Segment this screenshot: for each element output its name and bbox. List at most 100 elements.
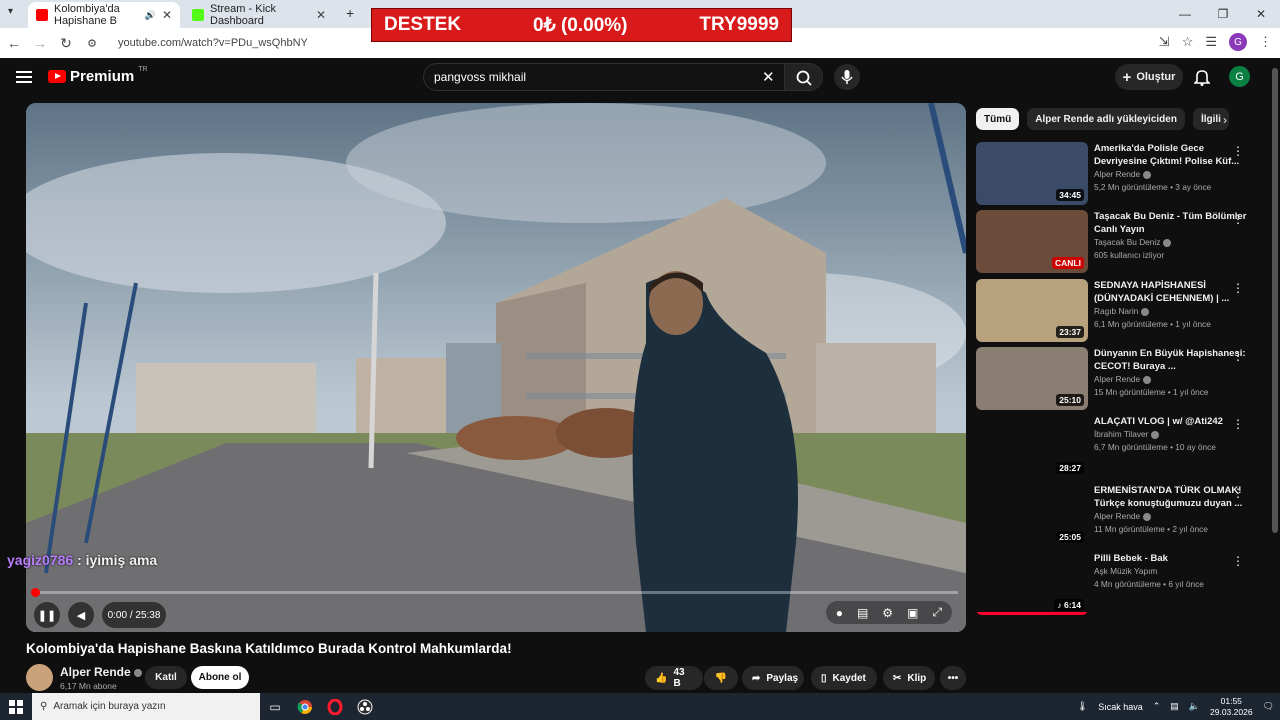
video-thumbnail[interactable]: 25:05 (976, 484, 1088, 547)
rec-title[interactable]: ALAÇATI VLOG | w/ @Ati242 (1094, 415, 1249, 428)
account-avatar[interactable]: G (1229, 66, 1250, 87)
close-tab-icon[interactable]: ✕ (162, 8, 172, 22)
channel-avatar[interactable] (26, 664, 53, 691)
tray-chevron-icon[interactable]: ⌃ (1153, 701, 1161, 712)
video-thumbnail[interactable]: CANLI (976, 210, 1088, 273)
chevron-right-icon[interactable]: › (1223, 113, 1227, 127)
rec-channel[interactable]: Aşk Müzik Yapım (1094, 565, 1249, 578)
volume-button[interactable]: ◀ (68, 602, 94, 628)
dislike-button[interactable]: 👎 (704, 666, 738, 690)
rec-channel[interactable]: İbrahim Tilaver (1094, 428, 1249, 441)
clip-button[interactable]: ✂ Klip (883, 666, 935, 690)
notifications-bell-icon[interactable] (1194, 68, 1210, 86)
more-actions-button[interactable]: ••• (940, 666, 966, 690)
more-options-icon[interactable]: ⋮ (1232, 486, 1244, 500)
list-item[interactable]: 34:45 Amerika'da Polisle Gece Devriyesin… (976, 142, 1272, 206)
autoplay-toggle-icon[interactable]: ● (836, 606, 843, 620)
rec-title[interactable]: Taşacak Bu Deniz - Tüm Bölümler Canlı Ya… (1094, 210, 1249, 236)
video-thumbnail[interactable]: 34:45 (976, 142, 1088, 205)
more-options-icon[interactable]: ⋮ (1232, 349, 1244, 363)
page-scrollbar[interactable] (1272, 68, 1278, 533)
list-item[interactable]: 28:27 ALAÇATI VLOG | w/ @Ati242 İbrahim T… (976, 415, 1272, 479)
youtube-logo[interactable]: Premium TR (48, 66, 148, 85)
list-item[interactable]: ♪ 6:14 Pilli Bebek - Bak Aşk Müzik Yapım 4… (976, 552, 1272, 616)
more-options-icon[interactable]: ⋮ (1232, 144, 1244, 158)
weather-icon[interactable]: 🌡 (1077, 701, 1088, 712)
rec-title[interactable]: Pilli Bebek - Bak (1094, 552, 1249, 565)
video-thumbnail[interactable]: 25:10 (976, 347, 1088, 410)
speaker-icon[interactable]: 🔈 (1189, 701, 1200, 712)
install-icon[interactable]: ⇲ (1159, 34, 1170, 50)
url-field[interactable]: youtube.com/watch?v=PDu_wsQhbNY (118, 37, 308, 49)
video-thumbnail[interactable]: 23:37 (976, 279, 1088, 342)
list-item[interactable]: 23:37 SEDNAYA HAPİSHANESİ (DÜNYADAKİ CEH… (976, 279, 1272, 343)
fullscreen-icon[interactable]: ⤢ (932, 605, 942, 620)
notifications-icon[interactable]: 🗨 (1263, 701, 1274, 712)
chip-all[interactable]: Tümü (976, 108, 1020, 130)
site-info-icon[interactable]: ⚙ (80, 37, 104, 50)
rec-channel[interactable]: Ragıb Narin (1094, 305, 1249, 318)
obs-icon[interactable] (350, 693, 380, 720)
miniplayer-icon[interactable]: ▣ (907, 606, 918, 620)
opera-icon[interactable] (320, 693, 350, 720)
join-button[interactable]: Katıl (145, 666, 187, 689)
menu-icon[interactable] (16, 71, 32, 83)
list-item[interactable]: CANLI Taşacak Bu Deniz - Tüm Bölümler Ca… (976, 210, 1272, 274)
subtitles-icon[interactable]: ▤ (857, 606, 868, 620)
video-progress-bar[interactable] (31, 588, 958, 597)
task-view-icon[interactable]: ▭ (260, 693, 290, 720)
rec-title[interactable]: Dünyanın En Büyük Hapishanesi: CECOT! Bu… (1094, 347, 1249, 373)
close-window-icon[interactable]: ✕ (1242, 0, 1280, 28)
clear-search-icon[interactable]: ✕ (762, 68, 775, 86)
list-item[interactable]: 25:10 Dünyanın En Büyük Hapishanesi: CEC… (976, 347, 1272, 411)
chrome-icon[interactable] (290, 693, 320, 720)
settings-gear-icon[interactable]: ⚙ (882, 606, 893, 620)
more-options-icon[interactable]: ⋮ (1232, 212, 1244, 226)
bookmark-star-icon[interactable]: ☆ (1182, 34, 1194, 50)
create-button[interactable]: + Oluştur (1115, 64, 1183, 90)
chip-uploader[interactable]: Alper Rende adlı yükleyiciden (1027, 108, 1185, 130)
search-button[interactable] (784, 63, 823, 91)
like-button[interactable]: 👍 43 B (645, 666, 703, 690)
media-icon[interactable]: ☰ (1205, 34, 1217, 50)
tab-search-icon[interactable]: ▾ (8, 6, 13, 17)
more-options-icon[interactable]: ⋮ (1232, 417, 1244, 431)
video-thumbnail[interactable]: ♪ 6:14 (976, 552, 1088, 615)
rec-channel[interactable]: Alper Rende (1094, 510, 1249, 523)
audio-icon[interactable]: 🔊 (145, 10, 156, 21)
network-icon[interactable]: ▤ (1170, 701, 1179, 712)
restore-icon[interactable]: ❐ (1204, 0, 1242, 28)
taskbar-search[interactable]: ⚲ Aramak için buraya yazın (32, 693, 260, 720)
tab-youtube[interactable]: Kolombiya'da Hapishane B 🔊 ✕ (28, 2, 180, 28)
minimize-icon[interactable]: — (1166, 0, 1204, 28)
progress-scrubber[interactable] (31, 588, 40, 597)
rec-channel[interactable]: Alper Rende (1094, 168, 1249, 181)
rec-title[interactable]: Amerika'da Polisle Gece Devriyesine Çıkt… (1094, 142, 1249, 168)
more-options-icon[interactable]: ⋮ (1232, 554, 1244, 568)
rec-channel[interactable]: Alper Rende (1094, 373, 1249, 386)
start-button[interactable] (0, 699, 32, 714)
share-button[interactable]: ➦ Paylaş (742, 666, 804, 690)
save-button[interactable]: ▯ Kaydet (811, 666, 877, 690)
video-player[interactable]: ❚❚ ◀ 0:00 / 25:38 ● ▤ ⚙ ▣ ⤢ (26, 103, 966, 632)
rec-title[interactable]: ERMENİSTAN'DA TÜRK OLMAK! Türkçe konuştu… (1094, 484, 1249, 510)
rec-title[interactable]: SEDNAYA HAPİSHANESİ (DÜNYADAKİ CEHENNEM)… (1094, 279, 1249, 305)
reload-icon[interactable]: ↻ (54, 35, 78, 52)
more-options-icon[interactable]: ⋮ (1232, 281, 1244, 295)
weather-text[interactable]: Sıcak hava (1098, 702, 1143, 712)
taskbar-clock[interactable]: 01:55 29.03.2026 (1210, 696, 1253, 718)
subscribe-button[interactable]: Abone ol (191, 666, 249, 689)
video-thumbnail[interactable]: 28:27 (976, 415, 1088, 478)
browser-menu-icon[interactable]: ⋮ (1259, 34, 1272, 50)
forward-icon[interactable]: → (28, 35, 52, 51)
profile-avatar[interactable]: G (1229, 33, 1247, 51)
channel-name[interactable]: Alper Rende (60, 665, 142, 679)
tab-kick[interactable]: Stream - Kick Dashboard ✕ (184, 2, 334, 28)
search-input[interactable]: pangvoss mikhail (423, 63, 785, 91)
list-item[interactable]: 25:05 ERMENİSTAN'DA TÜRK OLMAK! Türkçe k… (976, 484, 1272, 548)
back-icon[interactable]: ← (2, 35, 26, 51)
voice-search-button[interactable] (834, 64, 860, 90)
new-tab-button[interactable]: + (346, 5, 354, 21)
rec-channel[interactable]: Taşacak Bu Deniz (1094, 236, 1249, 249)
close-tab-icon[interactable]: ✕ (316, 8, 326, 22)
